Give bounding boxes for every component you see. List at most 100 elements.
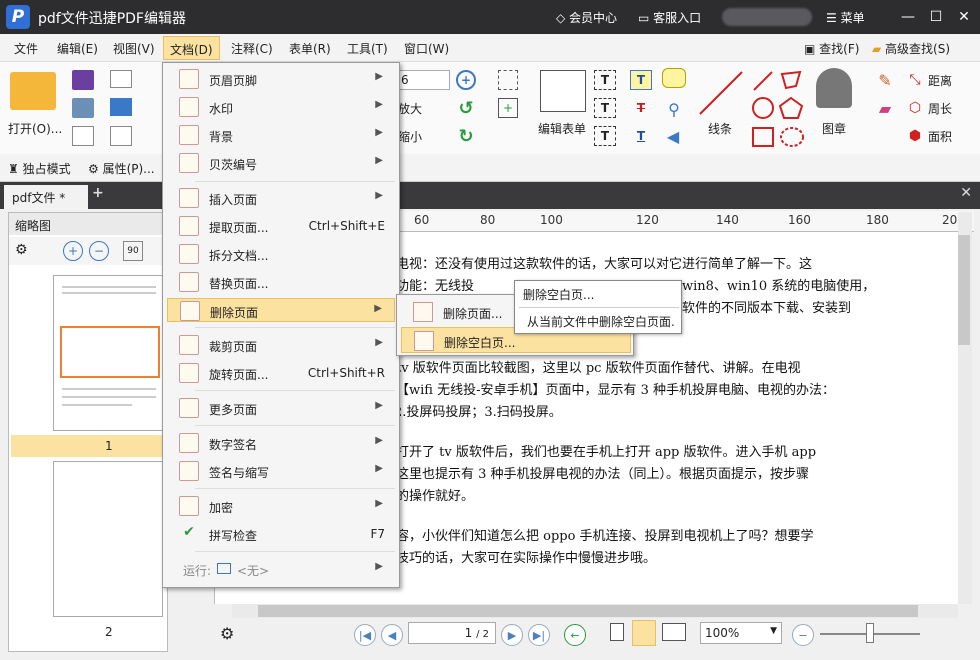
next-page-button[interactable]: ▶ <box>501 624 523 646</box>
menu-item-extract-page[interactable]: 提取页面... Ctrl+Shift+E <box>167 214 395 238</box>
zoom-out-button[interactable]: − <box>792 624 814 646</box>
vertical-scroll-thumb[interactable] <box>958 235 970 345</box>
settings-icon[interactable]: ⚙ <box>220 624 234 643</box>
menu-item-background[interactable]: 背景 ▶ <box>167 123 395 147</box>
zoom-in-label[interactable]: 放大 <box>398 100 422 117</box>
menu-form[interactable]: 表单(R) <box>289 40 331 57</box>
settings-icon[interactable]: ⚙ <box>15 242 28 258</box>
zoom-out-thumb-icon[interactable]: − <box>89 241 109 261</box>
main-menu-button[interactable]: ☰ 菜单 <box>826 9 865 26</box>
menu-document[interactable]: 文档(D) <box>163 36 220 60</box>
menu-item-run[interactable]: 运行: <无> ▶ <box>167 557 395 581</box>
member-center-link[interactable]: ◇ 会员中心 <box>556 9 617 26</box>
rotate-cw-icon[interactable]: ↻ <box>456 126 476 147</box>
email-icon[interactable] <box>110 70 132 88</box>
area-icon[interactable]: ⬢ <box>904 126 926 146</box>
first-page-button[interactable]: |◀ <box>354 624 376 646</box>
menu-item-crop-page[interactable]: 裁剪页面 ▶ <box>167 333 395 357</box>
menu-item-watermark[interactable]: 水印 ▶ <box>167 95 395 119</box>
edit-form-label[interactable]: 编辑表单 <box>538 120 586 137</box>
text-field-icon[interactable]: T <box>594 98 616 118</box>
font-size-select[interactable]: 6 <box>398 70 450 90</box>
menu-item-rotate-page[interactable]: 旋转页面... Ctrl+Shift+R <box>167 361 395 385</box>
menu-item-replace-page[interactable]: 替换页面... <box>167 270 395 294</box>
menu-item-sign-initials[interactable]: 签名与缩写 ▶ <box>167 459 395 483</box>
menu-edit[interactable]: 编辑(E) <box>57 40 98 57</box>
note-icon[interactable] <box>662 68 686 88</box>
typewriter-icon[interactable]: T <box>630 70 652 90</box>
menu-item-split-doc[interactable]: 拆分文档... <box>167 242 395 266</box>
zoom-in-icon[interactable]: + <box>456 70 476 90</box>
perimeter-label[interactable]: 周长 <box>928 100 952 117</box>
perimeter-icon[interactable]: ⬡ <box>904 98 926 118</box>
open-folder-icon[interactable] <box>10 72 56 110</box>
maximize-button[interactable]: ☐ <box>924 5 948 29</box>
minimize-button[interactable]: — <box>896 5 920 29</box>
advanced-find-button[interactable]: ▰ 高级查找(S) <box>872 40 950 57</box>
new-doc-icon[interactable] <box>110 126 132 146</box>
facing-page-icon[interactable] <box>662 623 686 641</box>
menu-item-digital-signature[interactable]: 数字签名 ▶ <box>167 431 395 455</box>
edit-form-icon[interactable] <box>540 70 586 112</box>
line-icon[interactable] <box>696 68 746 118</box>
menu-file[interactable]: 文件 <box>14 40 38 57</box>
exclusive-mode-button[interactable]: ♜ 独占模式 <box>8 160 71 177</box>
menu-window[interactable]: 窗口(W) <box>404 40 449 57</box>
menu-item-encrypt[interactable]: 加密 ▶ <box>167 494 395 518</box>
zoom-in-thumb-icon[interactable]: + <box>63 241 83 261</box>
open-button-label[interactable]: 打开(O)... <box>8 120 62 137</box>
menu-tools[interactable]: 工具(T) <box>347 40 388 57</box>
select-icon[interactable] <box>498 70 518 90</box>
close-tab-icon[interactable]: ✕ <box>960 185 972 201</box>
strikeout-icon[interactable]: T <box>630 98 652 118</box>
single-page-icon[interactable] <box>610 623 624 641</box>
zoom-slider-knob[interactable] <box>866 623 874 643</box>
horizontal-scroll-thumb[interactable] <box>258 605 918 617</box>
page-number-input[interactable]: 1 / 2 <box>408 622 496 644</box>
distance-icon[interactable]: ⤡ <box>904 70 926 90</box>
callout-text-icon[interactable]: T <box>594 126 616 146</box>
user-account[interactable] <box>722 8 812 26</box>
menu-view[interactable]: 视图(V) <box>113 40 155 57</box>
sound-icon[interactable]: ◀ <box>662 126 684 146</box>
menu-item-insert-page[interactable]: 插入页面 ▶ <box>167 186 395 210</box>
stamp-icon[interactable] <box>816 68 852 108</box>
shapes-icons[interactable] <box>750 68 810 152</box>
rotate-ccw-icon[interactable]: ↺ <box>456 98 476 119</box>
export-icon[interactable] <box>72 126 94 146</box>
scan-icon[interactable] <box>110 98 132 116</box>
customer-service-link[interactable]: ▭ 客服入口 <box>638 9 701 26</box>
properties-button[interactable]: ⚙ 属性(P)... <box>88 160 155 177</box>
page-thumbnail-2[interactable] <box>53 461 163 617</box>
distance-label[interactable]: 距离 <box>928 72 952 89</box>
prev-page-button[interactable]: ◀ <box>381 624 403 646</box>
text-box-icon[interactable]: T <box>594 70 616 90</box>
menu-item-bates[interactable]: 贝茨编号 ▶ <box>167 151 395 175</box>
pencil-icon[interactable]: ✎ <box>874 70 896 90</box>
new-tab-icon[interactable]: + <box>92 185 104 201</box>
tab-pdf-file[interactable]: pdf文件 * <box>4 185 88 209</box>
last-page-button[interactable]: ▶| <box>528 624 550 646</box>
attach-icon[interactable]: ⚲ <box>666 98 682 120</box>
add-form-icon[interactable]: + <box>498 98 518 118</box>
find-button[interactable]: ▣ 查找(F) <box>804 40 859 57</box>
back-button[interactable]: ← <box>564 624 586 646</box>
menu-item-header-footer[interactable]: 页眉页脚 ▶ <box>167 67 395 91</box>
zoom-select[interactable]: 100% ▼ <box>700 622 782 644</box>
line-label[interactable]: 线条 <box>708 120 732 137</box>
menu-comment[interactable]: 注释(C) <box>231 40 273 57</box>
menu-item-delete-page[interactable]: 删除页面 ▶ <box>167 298 395 322</box>
save-icon[interactable] <box>72 70 94 90</box>
eraser-icon[interactable]: ▰ <box>874 98 896 118</box>
underline-icon[interactable]: T <box>630 126 652 146</box>
stamp-label[interactable]: 图章 <box>822 120 846 137</box>
area-label[interactable]: 面积 <box>928 128 952 145</box>
rotate-90-icon[interactable]: 90 <box>123 241 143 261</box>
menu-item-spell-check[interactable]: ✔ 拼写检查 F7 <box>167 522 395 546</box>
continuous-page-icon[interactable] <box>632 620 656 646</box>
zoom-out-label[interactable]: 缩小 <box>398 128 422 145</box>
menu-item-more-pages[interactable]: 更多页面 ▶ <box>167 396 395 420</box>
close-button[interactable]: ✕ <box>952 5 976 29</box>
page-thumbnail-1[interactable] <box>53 275 163 431</box>
print-icon[interactable] <box>72 98 94 118</box>
